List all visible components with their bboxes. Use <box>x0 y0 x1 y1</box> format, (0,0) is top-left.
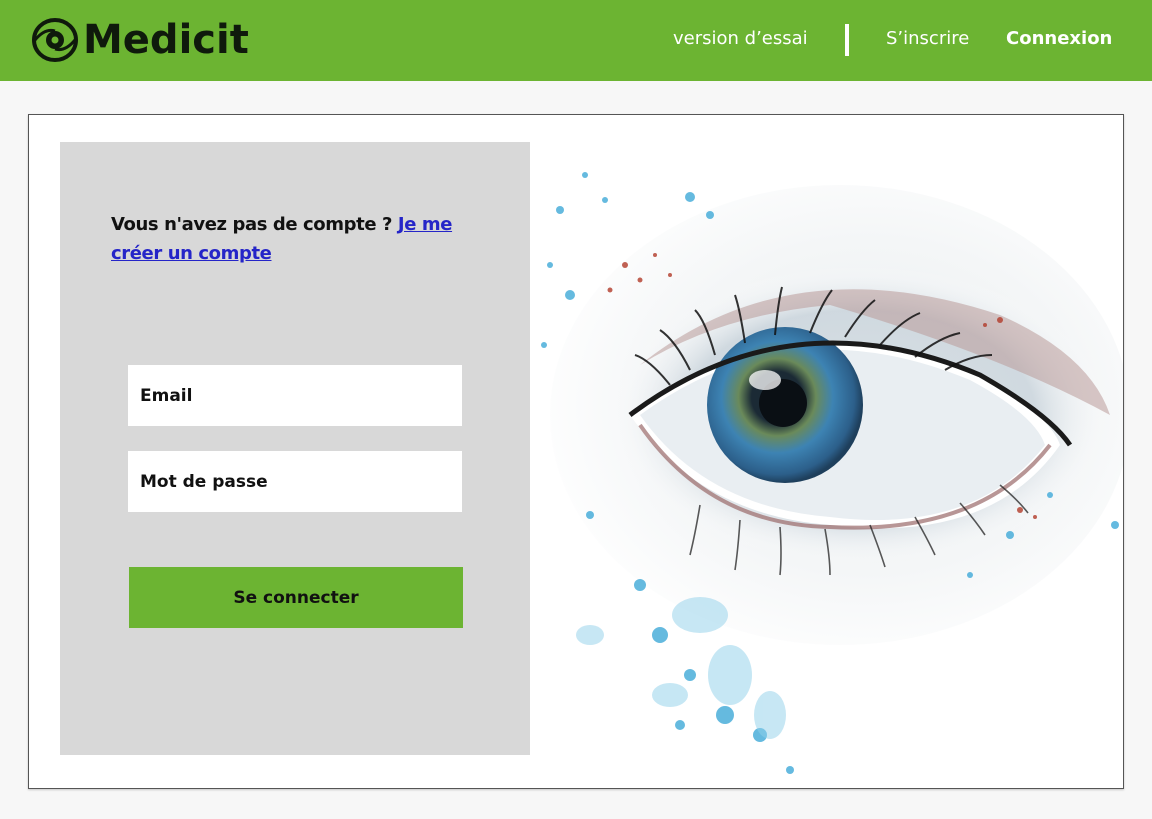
login-card: Vous n'avez pas de compte ? Je me créer … <box>28 114 1124 789</box>
password-field <box>128 451 462 512</box>
brand-name: Medicit <box>83 17 249 63</box>
login-submit-button[interactable]: Se connecter <box>129 567 463 628</box>
nav-trial-link[interactable]: version d’essai <box>673 28 808 49</box>
watercolor-eye-illustration <box>530 115 1123 788</box>
email-input[interactable] <box>128 365 462 426</box>
brand-logo[interactable]: Medicit <box>31 16 249 64</box>
login-panel: Vous n'avez pas de compte ? Je me créer … <box>60 142 530 755</box>
nav-login-link[interactable]: Connexion <box>1006 28 1112 49</box>
logo-eye-icon <box>32 18 78 62</box>
nav-divider <box>845 24 849 56</box>
no-account-prompt: Vous n'avez pas de compte ? Je me créer … <box>111 210 481 268</box>
nav-signup-link[interactable]: S’inscrire <box>886 28 969 49</box>
no-account-text: Vous n'avez pas de compte ? <box>111 214 393 235</box>
email-field <box>128 365 462 426</box>
top-navigation-bar: Medicit version d’essai S’inscrire Conne… <box>0 0 1152 81</box>
password-input[interactable] <box>128 451 462 512</box>
